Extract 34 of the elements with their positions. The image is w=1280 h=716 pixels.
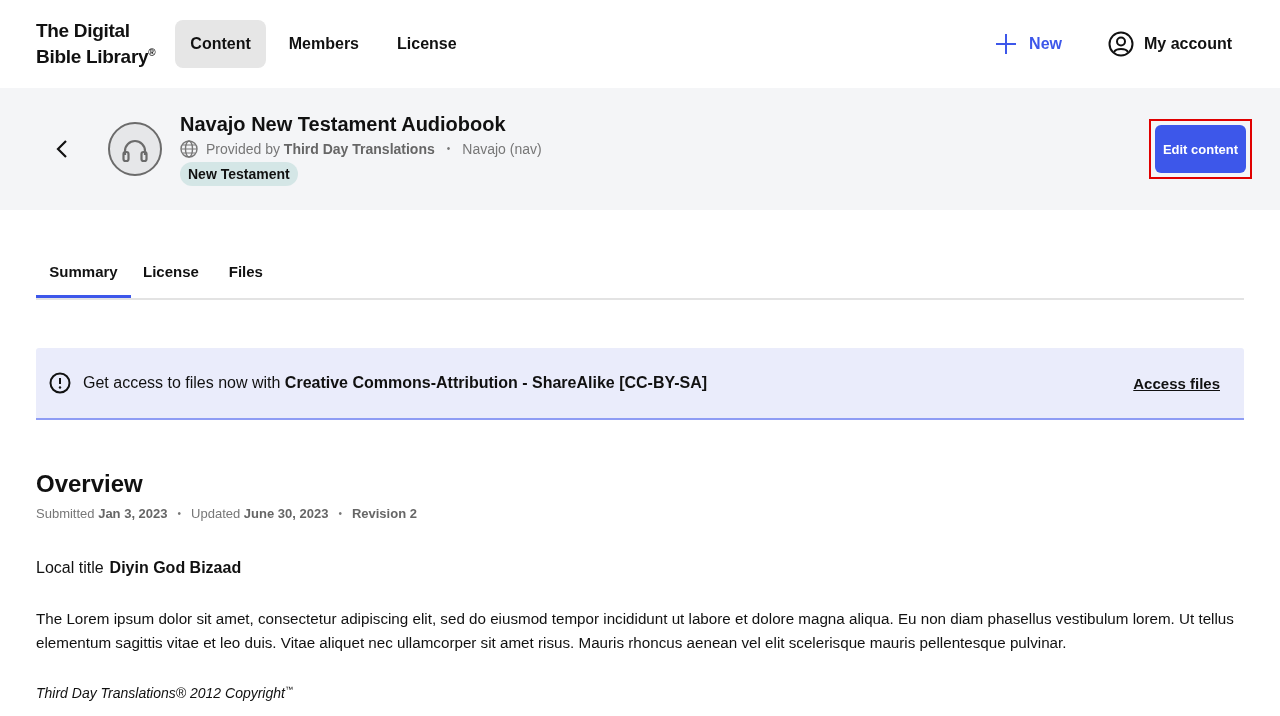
meta-text: Submitted Jan 3, 2023 [36, 506, 168, 521]
tab[interactable]: License [131, 248, 211, 298]
field-value: Diyin God Bizaad [109, 559, 242, 577]
headphones-icon [108, 122, 162, 176]
user-icon [1108, 31, 1134, 57]
language-text: Navajo (nav) [462, 140, 542, 157]
description-text: The Lorem ipsum dolor sit amet, consectetur adipiscing elit, sed do eiusmod tempor incididunt ut labore et dolore magna aliqua. Eu non diam phasellus vestibulum lorem. Ut tellus elementum sagittis vitae et leo duis. Vitae aliquet nec ullamcorper sit amet risus. Mauris rhoncus aenean vel elit scelerisque mauris pellentesque pulvinar. [36, 609, 1235, 653]
new-button[interactable]: New [995, 33, 1062, 55]
nav-link[interactable]: Members [273, 20, 374, 68]
section-heading: Overview [36, 470, 144, 498]
tab[interactable]: Files [210, 248, 281, 298]
exclamation-circle-icon [49, 372, 71, 394]
provider-text: Provided by Third Day Translations [206, 140, 435, 157]
copyright-text: Third Day Translations® 2012 Copyright$^{™}$ [36, 685, 294, 701]
nav-link[interactable]: Content [175, 20, 266, 68]
meta-text: Revision 2 [351, 506, 417, 521]
alert-message: Get access to files now with Creative Commons-Attribution - ShareAlike [CC-BY-SA] [83, 374, 708, 392]
globe-icon [180, 139, 198, 158]
nav-link[interactable]: License [382, 20, 472, 68]
access-files-link[interactable]: Access files [1133, 374, 1220, 392]
meta-text: Updated June 30, 2023 [191, 506, 329, 521]
logo-text: Bible Library$^{®}$ [36, 45, 156, 69]
field-label: Local title [36, 559, 104, 577]
category-tag: New Testament [180, 161, 298, 186]
content-title: Navajo New Testament Audiobook [180, 112, 506, 136]
account-button[interactable]: My account [1108, 31, 1232, 57]
edit-content-button[interactable]: Edit content [1154, 125, 1246, 173]
logo-text: The Digital [36, 19, 131, 42]
tab[interactable]: Summary [36, 248, 131, 298]
plus-icon [995, 33, 1018, 55]
chevron-left-icon [56, 139, 68, 159]
separator-dot: • [176, 508, 183, 519]
separator-dot: • [337, 508, 343, 519]
separator-dot: • [445, 143, 452, 154]
